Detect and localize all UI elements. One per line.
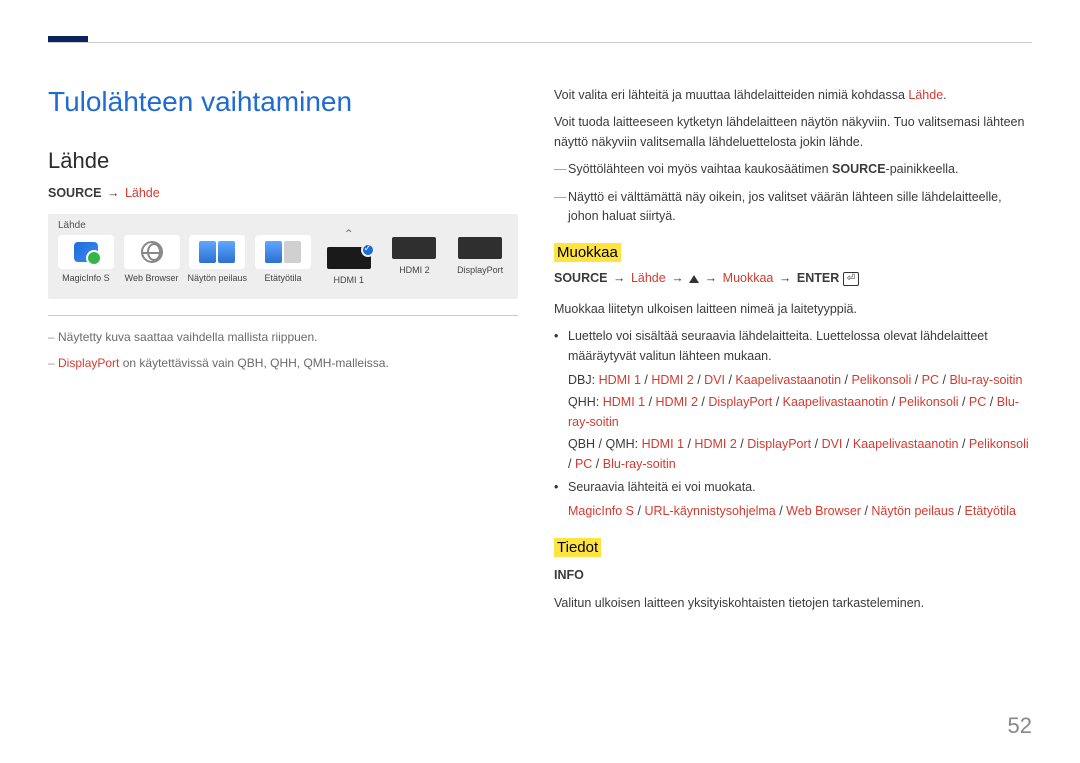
source-item-displayport[interactable]: DisplayPort <box>450 235 510 275</box>
panel-title: Lähde <box>56 220 510 231</box>
source-item-magicinfo[interactable]: MagicInfo S <box>56 235 116 283</box>
check-badge-icon <box>361 243 375 257</box>
arrow-icon: → <box>705 271 718 285</box>
model-label: QBH / QMH: <box>568 437 642 451</box>
section-heading-source: Lähde <box>48 148 518 174</box>
subheading-tiedot: Tiedot <box>554 539 1032 556</box>
note-displayport-models: DisplayPort on käytettävissä vain QBH, Q… <box>48 354 518 372</box>
text: Syöttölähteen voi myös vaihtaa kaukosäät… <box>568 162 832 176</box>
note-displayport-kw: DisplayPort <box>58 356 119 370</box>
source-label: Etätyötila <box>265 273 302 283</box>
bullet-cannot-edit: Seuraavia lähteitä ei voi muokata. Magic… <box>568 478 1032 521</box>
arrow-icon: → <box>613 271 626 285</box>
tiedot-desc: Valitun ulkoisen laitteen yksityiskohtai… <box>554 594 1032 613</box>
hdmi-box-icon <box>389 235 439 261</box>
text-red: Lähde <box>908 88 943 102</box>
mark-muokkaa: Muokkaa <box>554 243 621 262</box>
globe-icon <box>124 235 180 269</box>
displayport-box-icon <box>455 235 505 261</box>
model-label: QHH: <box>568 395 603 409</box>
breadcrumb-muokkaa: SOURCE → Lähde → → Muokkaa → ENTER ⏎ <box>554 271 1032 286</box>
dash-note-wrong-source: Näyttö ei välttämättä näy oikein, jos va… <box>554 188 1032 227</box>
source-item-webbrowser[interactable]: Web Browser <box>122 235 182 283</box>
model-items: HDMI 1 / HDMI 2 / DVI / Kaapelivastaanot… <box>599 373 1023 387</box>
bc-kw: SOURCE <box>554 271 607 285</box>
muokkaa-desc: Muokkaa liitetyn ulkoisen laitteen nimeä… <box>554 300 1032 319</box>
muokkaa-bullets: Luettelo voi sisältää seuraavia lähdelai… <box>554 327 1032 521</box>
breadcrumb-lahde: SOURCE → Lähde <box>48 186 518 200</box>
model-qhh: QHH: HDMI 1 / HDMI 2 / DisplayPort / Kaa… <box>568 392 1032 432</box>
right-column: Voit valita eri lähteitä ja muuttaa lähd… <box>554 86 1032 703</box>
page-number: 52 <box>1008 713 1032 739</box>
intro-line-1: Voit valita eri lähteitä ja muuttaa lähd… <box>554 86 1032 105</box>
chevron-up-icon: ⌃ <box>344 227 354 241</box>
top-rule <box>48 42 1032 43</box>
nomod-list: MagicInfo S / URL-käynnistysohjelma / We… <box>568 501 1032 521</box>
source-label: DisplayPort <box>457 265 503 275</box>
text: Voit valita eri lähteitä ja muuttaa lähd… <box>554 88 908 102</box>
source-label: HDMI 2 <box>399 265 430 275</box>
breadcrumb-target: Lähde <box>125 186 160 200</box>
bullet-sources-list: Luettelo voi sisältää seuraavia lähdelai… <box>568 327 1032 474</box>
model-label: DBJ: <box>568 373 599 387</box>
source-label: HDMI 1 <box>333 275 364 285</box>
bullet-text: Luettelo voi sisältää seuraavia lähdelai… <box>568 329 988 362</box>
dash-note-source: Syöttölähteen voi myös vaihtaa kaukosäät… <box>554 160 1032 179</box>
enter-icon: ⏎ <box>843 272 859 286</box>
breadcrumb-source-kw: SOURCE <box>48 186 101 200</box>
model-qbh: QBH / QMH: HDMI 1 / HDMI 2 / DisplayPort… <box>568 434 1032 474</box>
arrow-icon: → <box>779 271 792 285</box>
page-content: Tulolähteen vaihtaminen Lähde SOURCE → L… <box>48 86 1032 703</box>
source-item-hdmi2[interactable]: HDMI 2 <box>385 235 445 275</box>
model-dbj: DBJ: HDMI 1 / HDMI 2 / DVI / Kaapelivast… <box>568 370 1032 390</box>
text: -painikkeella. <box>886 162 959 176</box>
left-column: Tulolähteen vaihtaminen Lähde SOURCE → L… <box>48 86 518 703</box>
intro-line-2: Voit tuoda laitteeseen kytketyn lähdelai… <box>554 113 1032 152</box>
mark-tiedot: Tiedot <box>554 538 601 557</box>
hdmi-box-icon <box>324 245 374 271</box>
note-image-vary: Näytetty kuva saattaa vaihdella mallista… <box>48 328 518 346</box>
separator <box>48 315 518 316</box>
subheading-muokkaa: Muokkaa <box>554 244 1032 261</box>
source-item-remote[interactable]: Etätyötila <box>253 235 313 283</box>
text-kw: SOURCE <box>832 162 885 176</box>
note-displayport-text: on käytettävissä vain QBH, QHH, QMH-mall… <box>119 356 388 370</box>
bc-kw: ENTER <box>797 271 839 285</box>
model-list: DBJ: HDMI 1 / HDMI 2 / DVI / Kaapelivast… <box>568 370 1032 474</box>
mirror-icon <box>189 235 245 269</box>
bc-red: Lähde <box>631 271 666 285</box>
source-row: MagicInfo S Web Browser Näytön peilaus E… <box>56 235 510 285</box>
info-kw: INFO <box>554 566 1032 585</box>
page-title: Tulolähteen vaihtaminen <box>48 86 518 118</box>
model-items: HDMI 1 / HDMI 2 / DisplayPort / Kaapeliv… <box>568 395 1019 429</box>
arrow-icon: → <box>671 271 684 285</box>
source-item-hdmi1[interactable]: ⌃ HDMI 1 <box>319 235 379 285</box>
magicinfo-icon <box>58 235 114 269</box>
arrow-icon: → <box>107 186 120 200</box>
bc-red: Muokkaa <box>723 271 774 285</box>
nomod-items: MagicInfo S / URL-käynnistysohjelma / We… <box>568 501 1032 521</box>
source-label: Näytön peilaus <box>188 273 248 283</box>
up-triangle-icon <box>689 275 699 283</box>
bullet-text: Seuraavia lähteitä ei voi muokata. <box>568 480 756 494</box>
text: . <box>943 88 946 102</box>
source-panel: Lähde MagicInfo S Web Browser Näytön pei… <box>48 214 518 299</box>
source-label: MagicInfo S <box>62 273 110 283</box>
source-label: Web Browser <box>125 273 179 283</box>
remote-icon <box>255 235 311 269</box>
source-item-screenmirror[interactable]: Näytön peilaus <box>187 235 247 283</box>
